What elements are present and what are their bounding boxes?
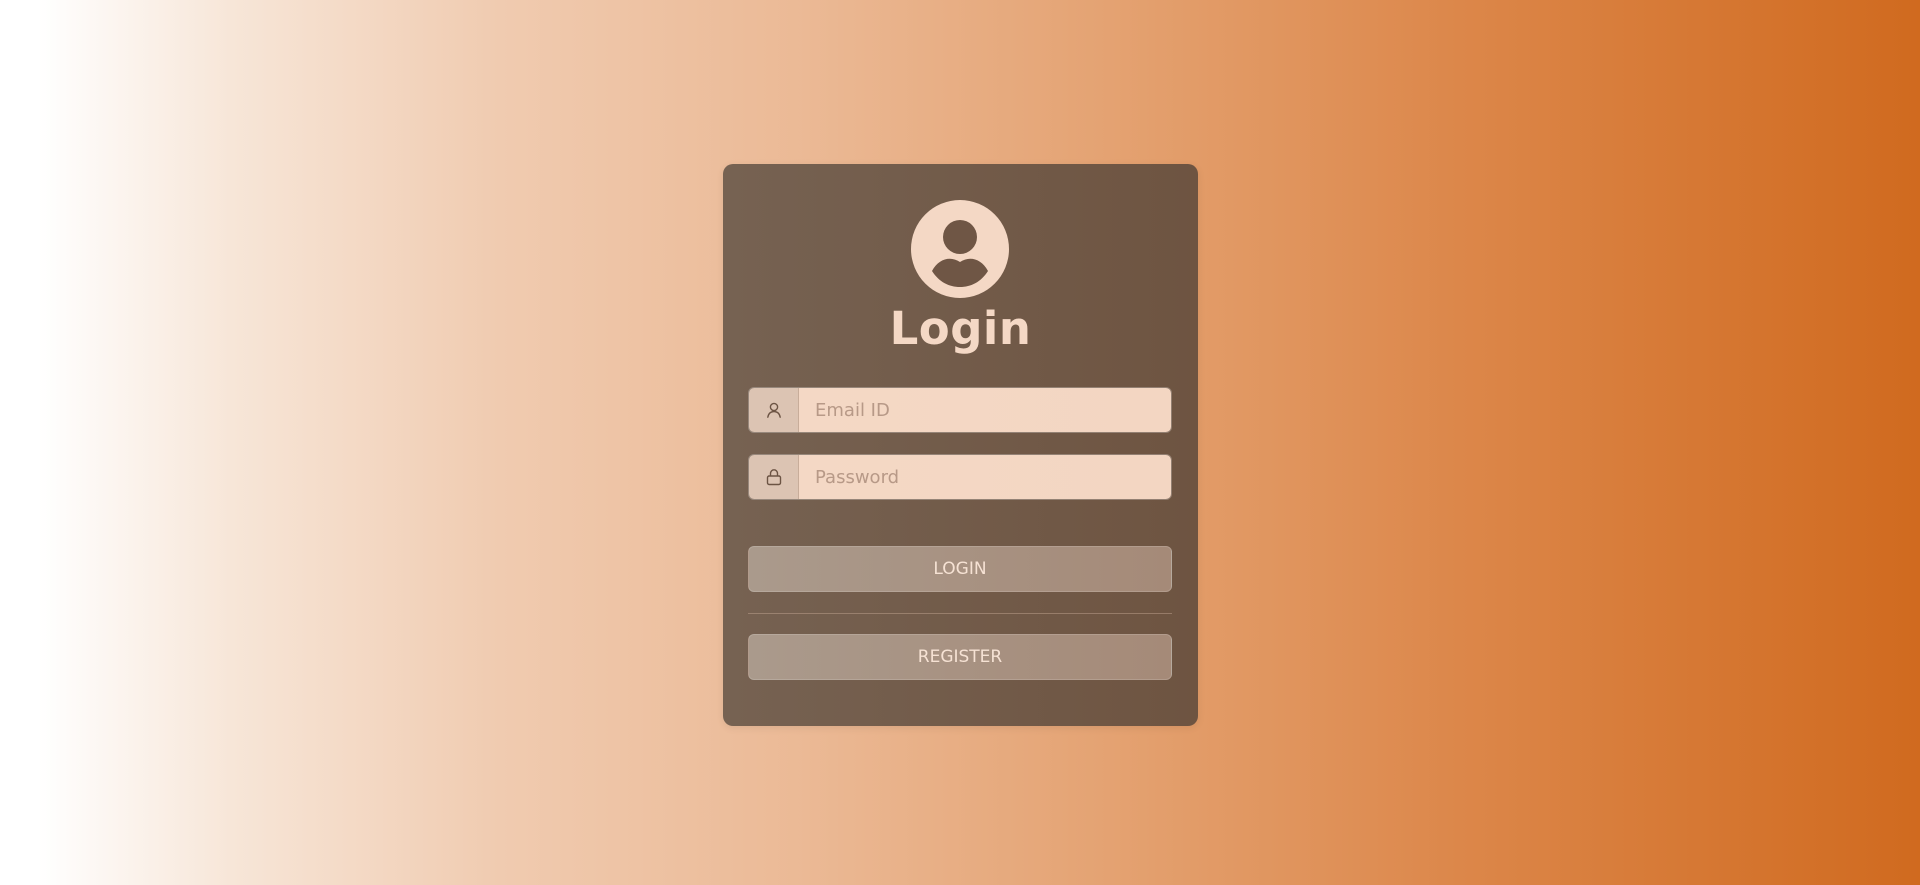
page-title: Login xyxy=(889,302,1032,355)
user-avatar-icon xyxy=(911,200,1009,298)
login-button[interactable]: LOGIN xyxy=(748,546,1172,592)
password-field-group xyxy=(748,454,1172,500)
login-card: Login LOGIN REGISTER xyxy=(723,164,1198,726)
email-field-group xyxy=(748,387,1172,433)
password-input[interactable] xyxy=(799,455,1171,499)
register-button[interactable]: REGISTER xyxy=(748,634,1172,680)
email-input[interactable] xyxy=(799,388,1171,432)
lock-icon xyxy=(749,455,799,499)
user-icon xyxy=(749,388,799,432)
divider xyxy=(748,613,1172,614)
page-background: Login LOGIN REGISTER xyxy=(0,0,1920,885)
